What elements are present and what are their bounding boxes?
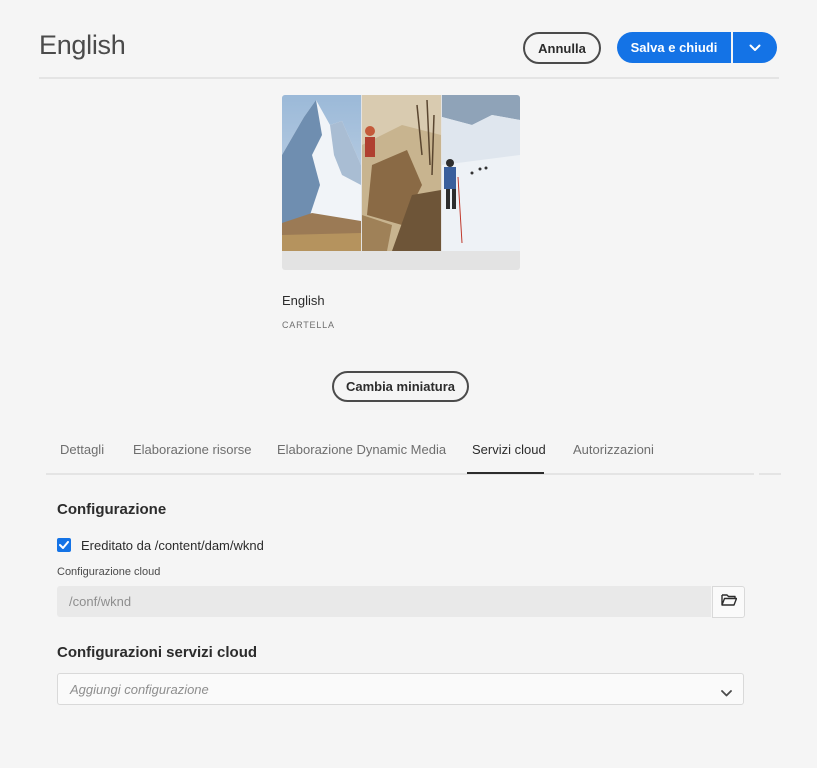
page-title: English bbox=[39, 30, 126, 60]
configuration-section-title: Configurazione bbox=[57, 501, 167, 518]
add-configuration-placeholder: Aggiungi configurazione bbox=[70, 682, 209, 697]
thumbnail-image-climber bbox=[362, 95, 441, 251]
tab-permissions[interactable]: Autorizzazioni bbox=[573, 442, 654, 457]
cloud-services-section-title: Configurazioni servizi cloud bbox=[57, 644, 258, 661]
tab-dynamic-media-processing[interactable]: Elaborazione Dynamic Media bbox=[277, 442, 446, 457]
tabs-divider-end bbox=[759, 473, 781, 475]
tab-asset-processing[interactable]: Elaborazione risorse bbox=[133, 442, 252, 457]
tab-details[interactable]: Dettagli bbox=[60, 442, 104, 457]
inherit-checkbox-label: Ereditato da /content/dam/wknd bbox=[81, 538, 264, 553]
folder-icon bbox=[720, 593, 737, 611]
save-options-button[interactable] bbox=[733, 32, 777, 63]
header-divider bbox=[39, 77, 779, 79]
add-configuration-select[interactable]: Aggiungi configurazione bbox=[57, 673, 744, 705]
tabs-divider bbox=[46, 473, 754, 475]
inherit-checkbox[interactable] bbox=[57, 538, 71, 552]
save-and-close-button[interactable]: Salva e chiudi bbox=[617, 32, 731, 63]
thumbnail-image-mountain bbox=[282, 95, 361, 251]
change-thumbnail-button[interactable]: Cambia miniatura bbox=[332, 371, 469, 402]
folder-type: CARTELLA bbox=[282, 320, 335, 330]
chevron-down-icon bbox=[749, 39, 761, 57]
checkmark-icon bbox=[59, 536, 69, 554]
chevron-down-icon bbox=[721, 684, 732, 702]
active-tab-indicator bbox=[467, 472, 544, 474]
cloud-config-value: /conf/wknd bbox=[69, 594, 132, 609]
cloud-config-field: /conf/wknd bbox=[57, 586, 711, 617]
folder-name: English bbox=[282, 293, 325, 308]
properties-tabs: Dettagli Elaborazione risorse Elaborazio… bbox=[46, 434, 781, 476]
thumbnail-image-snow bbox=[442, 95, 520, 251]
folder-thumbnail bbox=[282, 95, 520, 270]
cancel-button[interactable]: Annulla bbox=[523, 32, 601, 64]
tab-cloud-services[interactable]: Servizi cloud bbox=[472, 442, 546, 457]
cloud-config-field-label: Configurazione cloud bbox=[57, 566, 161, 578]
browse-config-button[interactable] bbox=[712, 586, 745, 618]
